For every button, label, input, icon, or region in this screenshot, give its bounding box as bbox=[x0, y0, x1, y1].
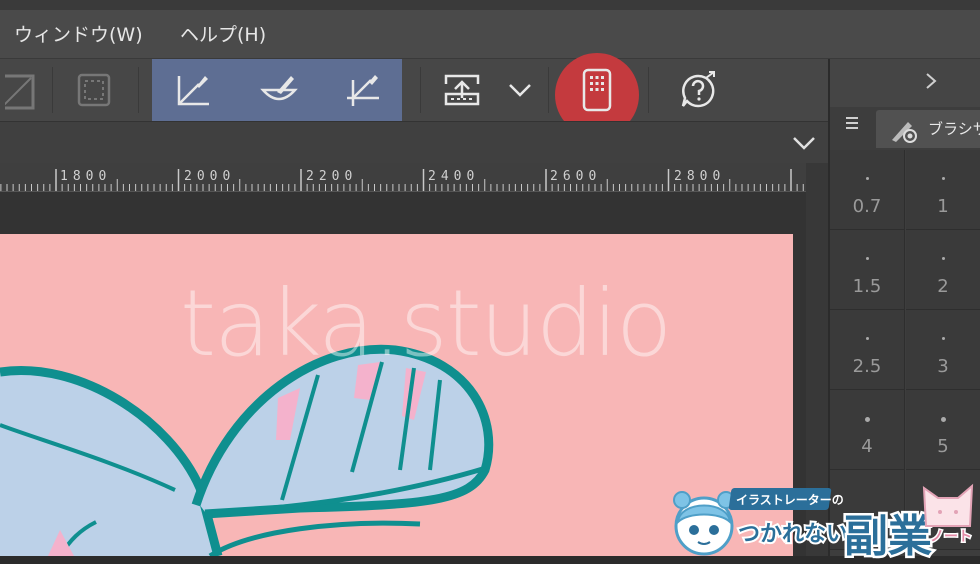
brush-size-value: 2 bbox=[937, 276, 949, 297]
export-button[interactable] bbox=[434, 59, 490, 121]
brush-size-cell[interactable]: 1.5 bbox=[830, 230, 905, 310]
tab-brush-size[interactable]: ブラシサ bbox=[876, 110, 980, 148]
menu-help[interactable]: ヘルプ(H) bbox=[180, 20, 266, 47]
logo-text: つかれない bbox=[736, 520, 850, 549]
snap-curve-icon bbox=[260, 76, 298, 101]
brush-size-cell[interactable]: 3 bbox=[906, 310, 980, 390]
brush-size-cell[interactable]: 2.5 bbox=[830, 310, 905, 390]
smartphone-icon bbox=[582, 68, 612, 112]
ruler-label: 2600 bbox=[550, 169, 602, 184]
canvas-header bbox=[0, 121, 828, 164]
dropdown-button[interactable] bbox=[500, 59, 540, 121]
title-strip bbox=[0, 0, 980, 10]
cat-icon bbox=[922, 483, 974, 527]
dashed-selection-icon bbox=[77, 73, 111, 107]
tab-label: ブラシサ bbox=[928, 120, 980, 138]
panel-menu-icon[interactable] bbox=[844, 115, 860, 131]
upload-tray-icon bbox=[444, 74, 480, 106]
ruler-label: 1800 bbox=[60, 169, 112, 184]
brush-size-value: 5 bbox=[937, 436, 949, 457]
ruler-label: 2800 bbox=[674, 169, 726, 184]
brush-size-value: 0.7 bbox=[852, 196, 882, 217]
command-bar bbox=[0, 53, 828, 137]
site-logo: イラストレーターの つかれない 副業 ノート bbox=[668, 478, 980, 564]
character-face-icon bbox=[673, 491, 735, 556]
watermark-text: taka.studio bbox=[180, 270, 672, 377]
brush-size-cell[interactable]: 5 bbox=[906, 390, 980, 470]
brush-size-cell[interactable]: 4 bbox=[830, 390, 905, 470]
smartphone-connect-button[interactable] bbox=[568, 59, 626, 121]
ruler-label: 2400 bbox=[428, 169, 480, 184]
separator bbox=[548, 67, 549, 113]
brush-size-value: 1 bbox=[937, 196, 949, 217]
logo-title: 副業 bbox=[842, 509, 935, 564]
panel-header bbox=[830, 59, 980, 107]
help-button[interactable] bbox=[670, 59, 726, 121]
separator bbox=[648, 67, 649, 113]
brush-size-value: 1.5 bbox=[852, 276, 882, 297]
logo-subtitle: ノート bbox=[929, 528, 974, 547]
brush-size-cell[interactable]: 0.7 bbox=[830, 150, 905, 230]
separator bbox=[138, 67, 139, 113]
brush-size-cell[interactable]: 1 bbox=[906, 150, 980, 230]
ruler-snap-button[interactable] bbox=[160, 59, 226, 121]
grid-snap-button[interactable] bbox=[330, 59, 396, 121]
ruler-label: 2000 bbox=[184, 169, 236, 184]
chevron-right-icon[interactable] bbox=[924, 71, 938, 91]
special-ruler-snap-button[interactable] bbox=[246, 59, 312, 121]
separator bbox=[52, 67, 53, 113]
menu-bar: ウィンドウ(W) ヘルプ(H) bbox=[0, 10, 980, 59]
brush-size-value: 3 bbox=[937, 356, 949, 377]
menu-window[interactable]: ウィンドウ(W) bbox=[14, 20, 143, 47]
horizontal-ruler: 1800 2000 2200 2400 2600 2800 bbox=[0, 163, 806, 192]
brush-size-cell[interactable]: 2 bbox=[906, 230, 980, 310]
deselect-button[interactable] bbox=[66, 59, 122, 121]
chevron-down-icon[interactable] bbox=[790, 134, 818, 152]
brush-size-icon bbox=[892, 122, 917, 143]
brush-size-value: 4 bbox=[861, 436, 873, 457]
question-bubble-icon bbox=[681, 71, 715, 108]
diagonal-square-icon bbox=[5, 74, 35, 110]
separator bbox=[420, 67, 421, 113]
snap-grid-icon bbox=[347, 75, 379, 106]
brush-size-value: 2.5 bbox=[852, 356, 882, 377]
crop-button[interactable] bbox=[0, 59, 50, 121]
snap-ruler-icon bbox=[177, 76, 209, 106]
chevron-down-icon bbox=[509, 84, 531, 97]
ruler-label: 2200 bbox=[306, 169, 358, 184]
logo-tagline: イラストレーターの bbox=[736, 493, 844, 507]
